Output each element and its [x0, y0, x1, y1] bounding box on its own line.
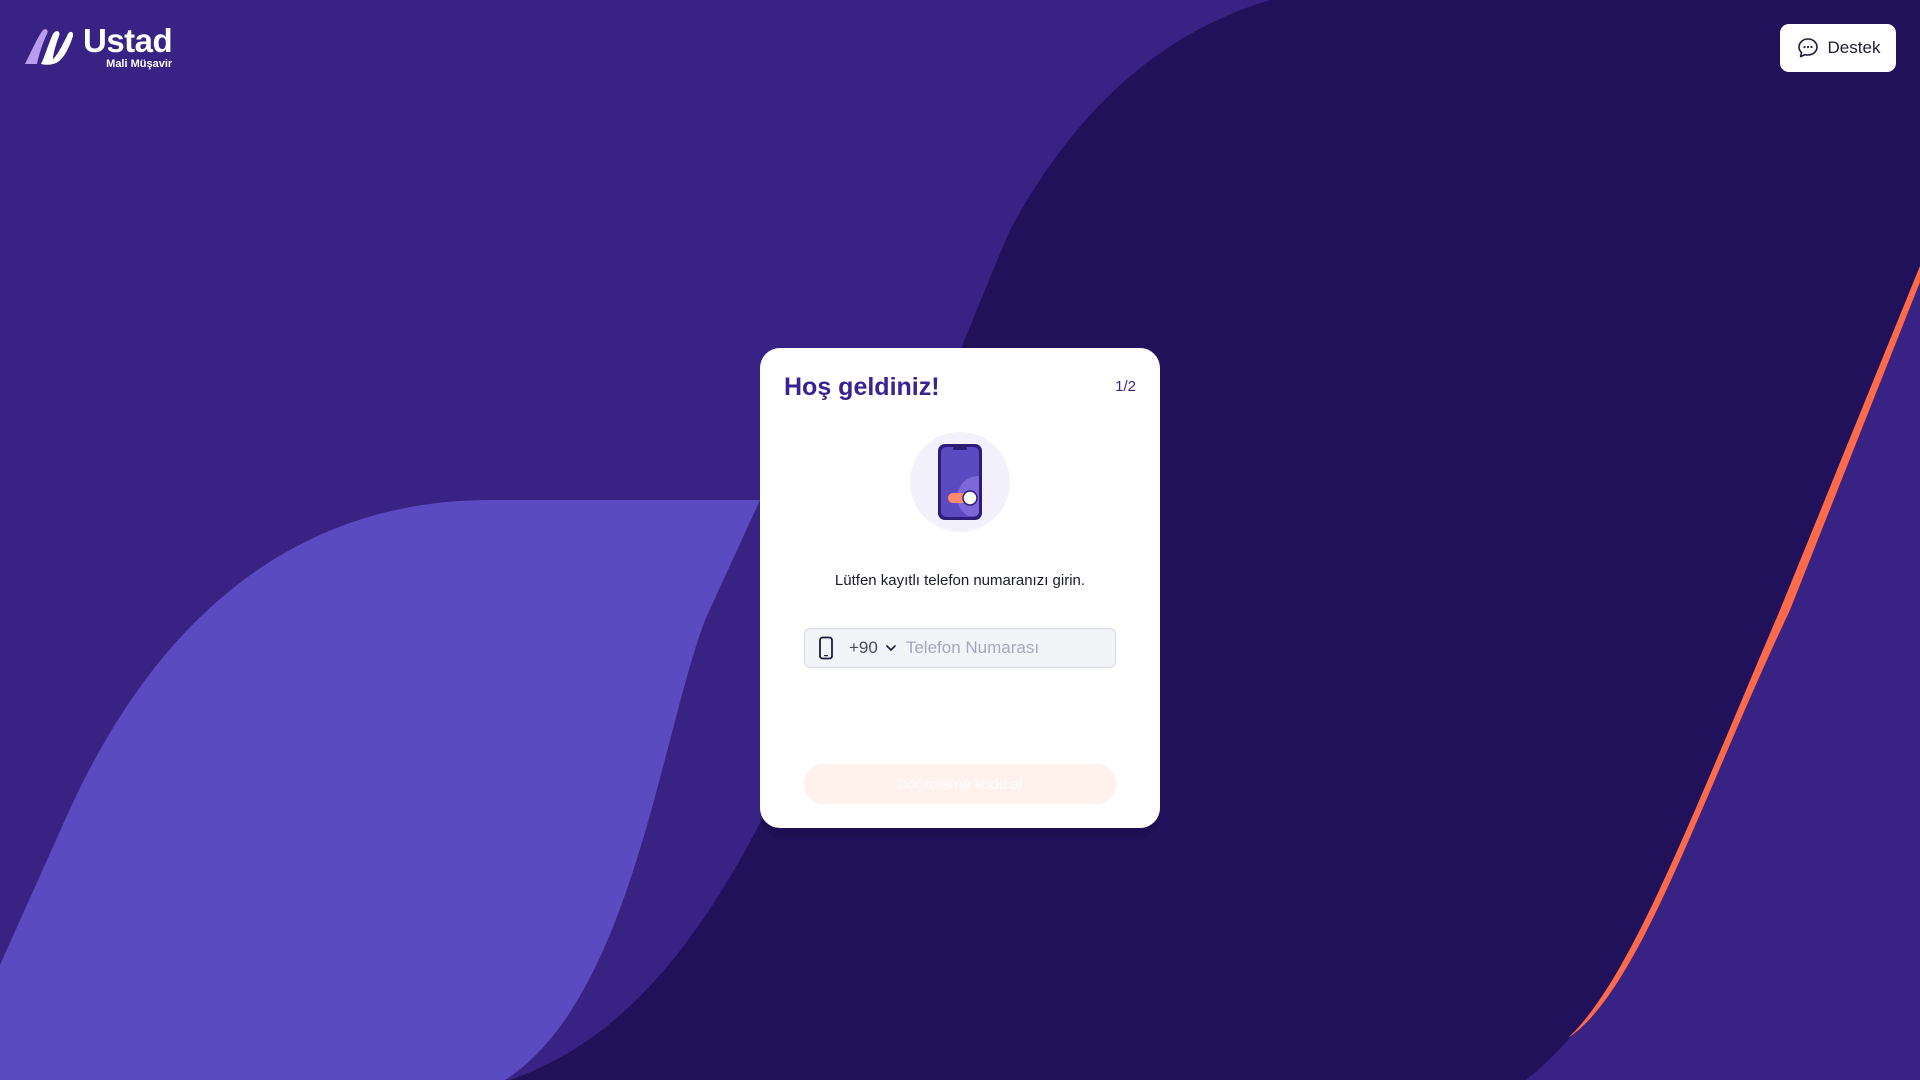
login-card: Hoş geldiniz! 1/2 Lütfen kayıtlı telefon…: [760, 348, 1160, 828]
instruction-text: Lütfen kayıtlı telefon numaranızı girin.: [834, 572, 1086, 589]
brand-logo[interactable]: Ustad Mali Müşavir: [23, 22, 183, 70]
ustad-logo-mark-icon: [25, 29, 74, 65]
brand-subtitle: Mali Müşavir: [106, 58, 173, 70]
phone-icon: [819, 636, 833, 660]
support-button[interactable]: Destek: [1780, 24, 1896, 72]
brand-name: Ustad: [83, 22, 173, 59]
phone-field[interactable]: +90: [804, 628, 1116, 668]
country-code-label: +90: [849, 638, 878, 657]
support-button-label: Destek: [1827, 38, 1881, 57]
card-title: Hoş geldiniz!: [784, 373, 940, 401]
chevron-down-icon: [886, 645, 896, 651]
phone-number-input[interactable]: [905, 638, 1096, 658]
phone-toggle-icon: [910, 432, 1010, 532]
country-code-select[interactable]: +90: [849, 638, 898, 658]
chat-bubble-icon: [1797, 38, 1818, 58]
step-indicator: 1/2: [1115, 378, 1136, 395]
get-verification-code-button[interactable]: Doğrulama kodu al: [804, 764, 1116, 804]
